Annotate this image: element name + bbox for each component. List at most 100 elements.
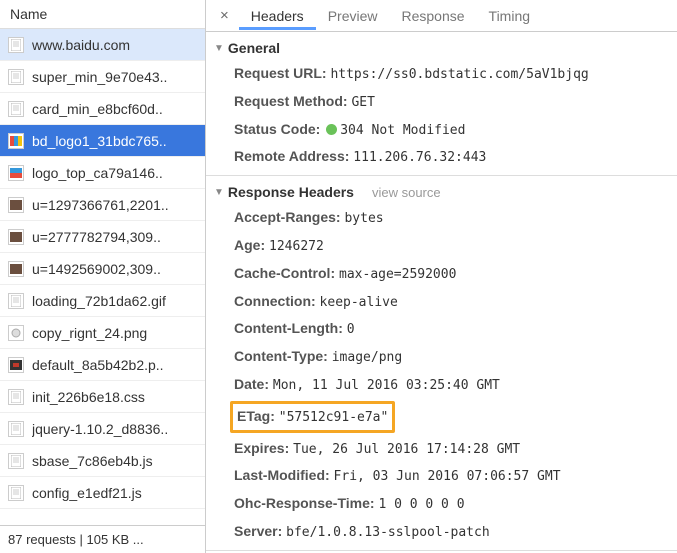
header-row: Request URL: https://ss0.bdstatic.com/5a…: [206, 60, 677, 88]
header-value: "57512c91-e7a": [279, 410, 389, 425]
request-row[interactable]: card_min_e8bcf60d..: [0, 93, 205, 125]
request-row[interactable]: www.baidu.com: [0, 29, 205, 61]
request-row[interactable]: loading_72b1da62.gif: [0, 285, 205, 317]
request-row[interactable]: bd_logo1_31bdc765..: [0, 125, 205, 157]
request-row[interactable]: super_min_9e70e43..: [0, 61, 205, 93]
header-row: Status Code: 304 Not Modified: [206, 116, 677, 144]
header-row: Cache-Control: max-age=2592000: [206, 260, 677, 288]
section-header[interactable]: ▼General: [206, 36, 677, 60]
document-icon: [8, 389, 24, 405]
request-row[interactable]: logo_top_ca79a146..: [0, 157, 205, 189]
section-title: Response Headers: [228, 184, 354, 200]
request-filename: loading_72b1da62.gif: [32, 293, 197, 309]
header-key: Status Code:: [234, 121, 320, 137]
header-key: Ohc-Response-Time:: [234, 495, 375, 511]
header-value: keep-alive: [320, 295, 398, 310]
header-row: Content-Length: 0: [206, 315, 677, 343]
image-icon: [8, 197, 24, 213]
header-key: Last-Modified:: [234, 467, 330, 483]
document-icon: [8, 69, 24, 85]
header-key: Content-Length:: [234, 320, 343, 336]
header-value: 0: [347, 322, 355, 337]
header-key: Content-Type:: [234, 348, 328, 364]
document-icon: [8, 293, 24, 309]
request-filename: copy_rignt_24.png: [32, 325, 197, 341]
request-row[interactable]: u=1297366761,2201..: [0, 189, 205, 221]
request-filename: u=1297366761,2201..: [32, 197, 197, 213]
document-icon: [8, 101, 24, 117]
tab-response[interactable]: Response: [389, 2, 476, 30]
request-row[interactable]: init_226b6e18.css: [0, 381, 205, 413]
request-row[interactable]: copy_rignt_24.png: [0, 317, 205, 349]
request-row[interactable]: u=2777782794,309..: [0, 221, 205, 253]
close-icon[interactable]: ×: [210, 7, 239, 24]
image-icon: [8, 325, 24, 341]
image-icon: [8, 133, 24, 149]
header-row: Connection: keep-alive: [206, 288, 677, 316]
header-row: Ohc-Response-Time: 1 0 0 0 0 0: [206, 490, 677, 518]
request-row[interactable]: u=1492569002,309..: [0, 253, 205, 285]
header-key: Cache-Control:: [234, 265, 335, 281]
header-value: Fri, 03 Jun 2016 07:06:57 GMT: [334, 469, 561, 484]
document-icon: [8, 421, 24, 437]
header-key: Connection:: [234, 293, 316, 309]
network-request-list-panel: Name www.baidu.com super_min_9e70e43..car…: [0, 0, 206, 553]
etag-highlight: ETag: "57512c91-e7a": [230, 401, 395, 433]
header-value: 1246272: [269, 239, 324, 254]
document-icon: [8, 453, 24, 469]
header-value: 304 Not Modified: [340, 123, 465, 138]
header-row: Date: Mon, 11 Jul 2016 03:25:40 GMT: [206, 371, 677, 399]
image-icon: [8, 261, 24, 277]
details-tabs: × HeadersPreviewResponseTiming: [206, 0, 677, 32]
request-filename: super_min_9e70e43..: [32, 69, 197, 85]
section-header[interactable]: ▼Response Headersview source: [206, 180, 677, 204]
header-key: Date:: [234, 376, 269, 392]
section-title: General: [228, 40, 280, 56]
image-icon: [8, 229, 24, 245]
request-row[interactable]: jquery-1.10.2_d8836..: [0, 413, 205, 445]
header-row: Last-Modified: Fri, 03 Jun 2016 07:06:57…: [206, 462, 677, 490]
request-filename: jquery-1.10.2_d8836..: [32, 421, 197, 437]
header-key: Accept-Ranges:: [234, 209, 341, 225]
header-row: ETag: "57512c91-e7a": [206, 399, 677, 435]
document-icon: [8, 485, 24, 501]
header-value: 1 0 0 0 0 0: [378, 497, 464, 512]
header-row: Request Method: GET: [206, 88, 677, 116]
name-column-header[interactable]: Name: [0, 0, 205, 29]
header-row: Age: 1246272: [206, 232, 677, 260]
header-value: Mon, 11 Jul 2016 03:25:40 GMT: [273, 378, 500, 393]
details-panel: × HeadersPreviewResponseTiming ▼GeneralR…: [206, 0, 677, 553]
header-value: https://ss0.bdstatic.com/5aV1bjqg: [330, 67, 588, 82]
header-row: Content-Type: image/png: [206, 343, 677, 371]
request-list: www.baidu.com super_min_9e70e43.. card_min…: [0, 29, 205, 525]
header-value: image/png: [332, 350, 402, 365]
header-row: Server: bfe/1.0.8.13-sslpool-patch: [206, 518, 677, 546]
header-key: ETag:: [237, 408, 275, 424]
header-key: Request Method:: [234, 93, 348, 109]
header-value: Tue, 26 Jul 2016 17:14:28 GMT: [293, 442, 520, 457]
image-icon: [8, 357, 24, 373]
request-filename: card_min_e8bcf60d..: [32, 101, 197, 117]
request-filename: bd_logo1_31bdc765..: [32, 133, 197, 149]
tab-headers[interactable]: Headers: [239, 2, 316, 30]
header-key: Server:: [234, 523, 282, 539]
image-icon: [8, 165, 24, 181]
header-row: Expires: Tue, 26 Jul 2016 17:14:28 GMT: [206, 435, 677, 463]
header-key: Expires:: [234, 440, 289, 456]
request-filename: sbase_7c86eb4b.js: [32, 453, 197, 469]
request-filename: default_8a5b42b2.p..: [32, 357, 197, 373]
request-filename: logo_top_ca79a146..: [32, 165, 197, 181]
header-key: Request URL:: [234, 65, 327, 81]
tab-timing[interactable]: Timing: [477, 2, 543, 30]
request-row[interactable]: config_e1edf21.js: [0, 477, 205, 509]
header-key: Remote Address:: [234, 148, 349, 164]
view-source-link[interactable]: view source: [372, 185, 441, 200]
header-value: max-age=2592000: [339, 267, 456, 282]
request-row[interactable]: default_8a5b42b2.p..: [0, 349, 205, 381]
status-dot-icon: [326, 124, 337, 135]
header-row: Accept-Ranges: bytes: [206, 204, 677, 232]
header-row: Remote Address: 111.206.76.32:443: [206, 143, 677, 171]
headers-details: ▼GeneralRequest URL: https://ss0.bdstati…: [206, 32, 677, 553]
tab-preview[interactable]: Preview: [316, 2, 390, 30]
request-row[interactable]: sbase_7c86eb4b.js: [0, 445, 205, 477]
